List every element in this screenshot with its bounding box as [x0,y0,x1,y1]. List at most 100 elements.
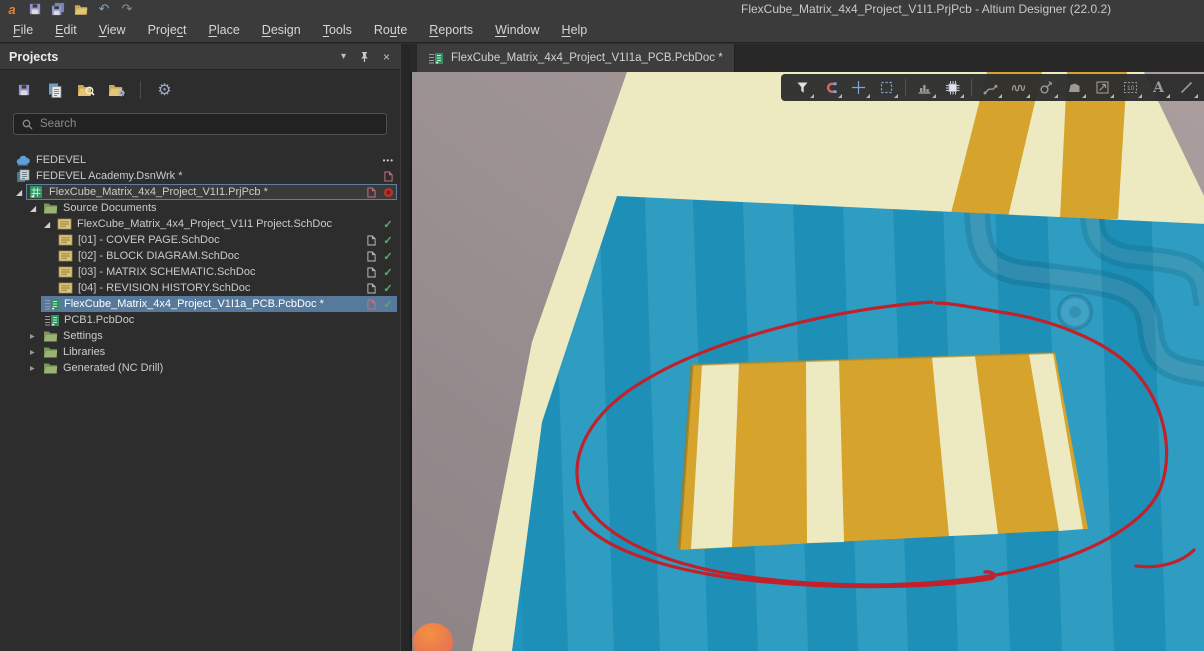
status-icons: ✓ [365,248,394,264]
modified-page-icon [382,171,394,182]
tree-item-label: PCB1.PcbDoc [64,314,134,326]
chip-icon[interactable] [939,76,966,99]
pcb-project-icon [29,185,46,199]
search-input[interactable]: Search [13,113,387,135]
menu-view[interactable]: View [88,23,137,37]
line-icon[interactable] [1173,76,1200,99]
polygon-icon[interactable] [1061,76,1088,99]
menu-window[interactable]: Window [484,23,550,37]
view-toolbar: 10A [781,74,1204,101]
menu-edit[interactable]: Edit [44,23,88,37]
window-title: FlexCube_Matrix_4x4_Project_V1I1.PrjPcb … [741,2,1111,16]
expand-arrow-icon[interactable]: ▸ [30,363,43,374]
tree-item-label: FlexCube_Matrix_4x4_Project_V1I1 Project… [77,218,332,230]
tab-pcbdoc[interactable]: FlexCube_Matrix_4x4_Project_V1I1a_PCB.Pc… [417,44,735,72]
tree-item-source-documents[interactable]: ◢ Source Documents [0,200,400,216]
pcb-editor-canvas[interactable]: 10A [410,72,1204,651]
check-icon: ✓ [382,218,394,231]
menu-place[interactable]: Place [198,23,251,37]
pin-icon[interactable] [359,51,370,63]
measure-icon[interactable]: 10 [1117,76,1144,99]
sheet-icon [57,218,74,230]
pcb-3d-view[interactable] [412,72,1204,651]
tree-item-matrix-schematic[interactable]: [03] - MATRIX SCHEMATIC.SchDoc✓ [0,264,400,280]
tree-item-fedevel-academy-dsnwrk[interactable]: FEDEVEL Academy.DsnWrk * [0,168,400,184]
save-icon[interactable] [28,2,42,16]
menu-reports[interactable]: Reports [418,23,484,37]
projects-panel-header: Projects ▾× [0,44,400,70]
tree-item-libraries[interactable]: ▸Libraries [0,344,400,360]
folder-icon [43,346,60,358]
tree-item-fedevel[interactable]: FEDEVEL ••• [0,152,400,168]
tree-item-project-schdoc[interactable]: ◢ FlexCube_Matrix_4x4_Project_V1I1 Projec… [0,216,400,232]
tree-item-pcb1-pcbdoc[interactable]: PCB1.PcbDoc [0,312,400,328]
menu-tools[interactable]: Tools [312,23,363,37]
menu-file[interactable]: File [2,23,44,37]
selection-box-icon[interactable] [873,76,900,99]
sheet-icon [58,282,75,294]
status-icons: ✓ [365,296,394,312]
move-arrow-icon[interactable] [1089,76,1116,99]
folder-search-icon[interactable] [75,80,96,100]
projects-panel-header-icons: ▾× [341,51,390,63]
menu-design[interactable]: Design [251,23,312,37]
expand-arrow-icon[interactable]: ◢ [44,220,57,229]
tree-item-block-diagram[interactable]: [02] - BLOCK DIAGRAM.SchDoc✓ [0,248,400,264]
tree-item-label: Source Documents [63,202,157,214]
crosshair-icon[interactable] [845,76,872,99]
search-placeholder: Search [40,118,76,130]
redo-icon[interactable]: ↷ [120,2,134,16]
tree-item-flexcube-prjpcb[interactable]: ◢FlexCube_Matrix_4x4_Project_V1I1.PrjPcb… [0,184,400,200]
tree-item-revision-history[interactable]: [04] - REVISION HISTORY.SchDoc✓ [0,280,400,296]
tree-item-label: [04] - REVISION HISTORY.SchDoc [78,282,250,294]
copy-documents-icon[interactable] [44,80,65,100]
sheet-icon [58,250,75,262]
dropdown-arrow-icon[interactable]: ▾ [341,52,346,62]
tree-item-settings[interactable]: ▸Settings [0,328,400,344]
menu-route[interactable]: Route [363,23,418,37]
saved-page-icon [365,283,377,294]
folder-icon [43,330,60,342]
sheet-icon [58,234,75,246]
pcb-doc-icon [44,298,61,311]
tree-item-label: Generated (NC Drill) [63,362,163,374]
altium-logo-icon[interactable]: a [5,2,19,16]
save-all-icon[interactable] [51,2,65,16]
meander-icon[interactable] [1005,76,1032,99]
status-icons: ✓ [365,264,394,280]
altium-designer-window: a ↶ ↷ FlexCube_Matrix_4x4_Project_V1I1.Prj… [0,0,1204,651]
pcb-doc-icon [44,314,61,327]
panel-splitter[interactable] [400,44,410,651]
expand-arrow-icon[interactable]: ▸ [30,331,43,342]
tree-item-cover-page[interactable]: [01] - COVER PAGE.SchDoc✓ [0,232,400,248]
expand-arrow-icon[interactable]: ▸ [30,347,43,358]
check-icon: ✓ [382,250,394,263]
check-icon: ✓ [382,234,394,247]
open-folder-icon[interactable] [74,2,88,16]
more-options-icon[interactable]: ••• [383,156,394,165]
folder-settings-icon[interactable] [106,80,127,100]
via-icon[interactable] [1033,76,1060,99]
layer-stack-icon[interactable] [911,76,938,99]
toolbar-divider [971,79,972,96]
tree-item-label: FEDEVEL [36,154,86,166]
magnet-icon[interactable] [817,76,844,99]
text-icon[interactable]: A [1145,76,1172,99]
settings-gear-icon[interactable]: ⚙ [154,80,175,100]
search-icon [21,119,33,130]
tree-item-label: FlexCube_Matrix_4x4_Project_V1I1a_PCB.Pc… [64,298,324,310]
close-icon[interactable]: × [383,51,390,63]
save-icon[interactable] [13,80,34,100]
expand-arrow-icon[interactable]: ◢ [30,204,43,213]
folder-icon [43,362,60,374]
tree-item-flexcube-pcbdoc[interactable]: FlexCube_Matrix_4x4_Project_V1I1a_PCB.Pc… [0,296,400,312]
workspace-icon [16,169,33,183]
route-icon[interactable] [977,76,1004,99]
undo-icon[interactable]: ↶ [97,2,111,16]
filter-icon[interactable] [789,76,816,99]
modified-page-icon [365,187,377,198]
menu-project[interactable]: Project [137,23,198,37]
menu-help[interactable]: Help [551,23,599,37]
expand-arrow-icon[interactable]: ◢ [16,188,29,197]
tree-item-generated-nc-drill[interactable]: ▸ Generated (NC Drill) [0,360,400,376]
